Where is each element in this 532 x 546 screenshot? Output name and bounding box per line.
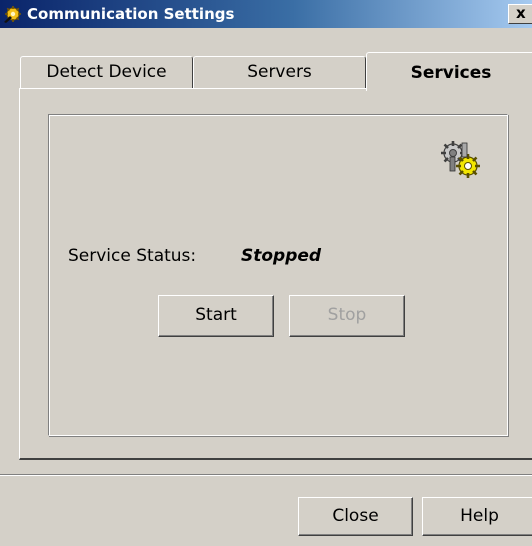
close-button[interactable]: Close	[298, 497, 413, 536]
tab-servers[interactable]: Servers	[193, 56, 366, 89]
stop-button[interactable]: Stop	[289, 295, 405, 337]
start-button[interactable]: Start	[158, 295, 274, 337]
close-window-button[interactable]: x	[508, 4, 532, 24]
tab-services[interactable]: Services	[366, 52, 532, 91]
window-title: Communication Settings	[27, 5, 235, 23]
communication-settings-window: Communication Settings x Detect Device S…	[0, 0, 532, 546]
gears-icon	[441, 141, 480, 178]
service-status-value: Stopped	[241, 246, 322, 266]
title-bar[interactable]: Communication Settings x	[0, 0, 532, 28]
service-status-label: Service Status:	[68, 246, 197, 266]
app-gear-hand-icon	[4, 6, 21, 23]
tab-detect-device[interactable]: Detect Device	[20, 56, 193, 89]
help-button[interactable]: Help	[422, 497, 532, 536]
footer-separator	[0, 474, 532, 476]
